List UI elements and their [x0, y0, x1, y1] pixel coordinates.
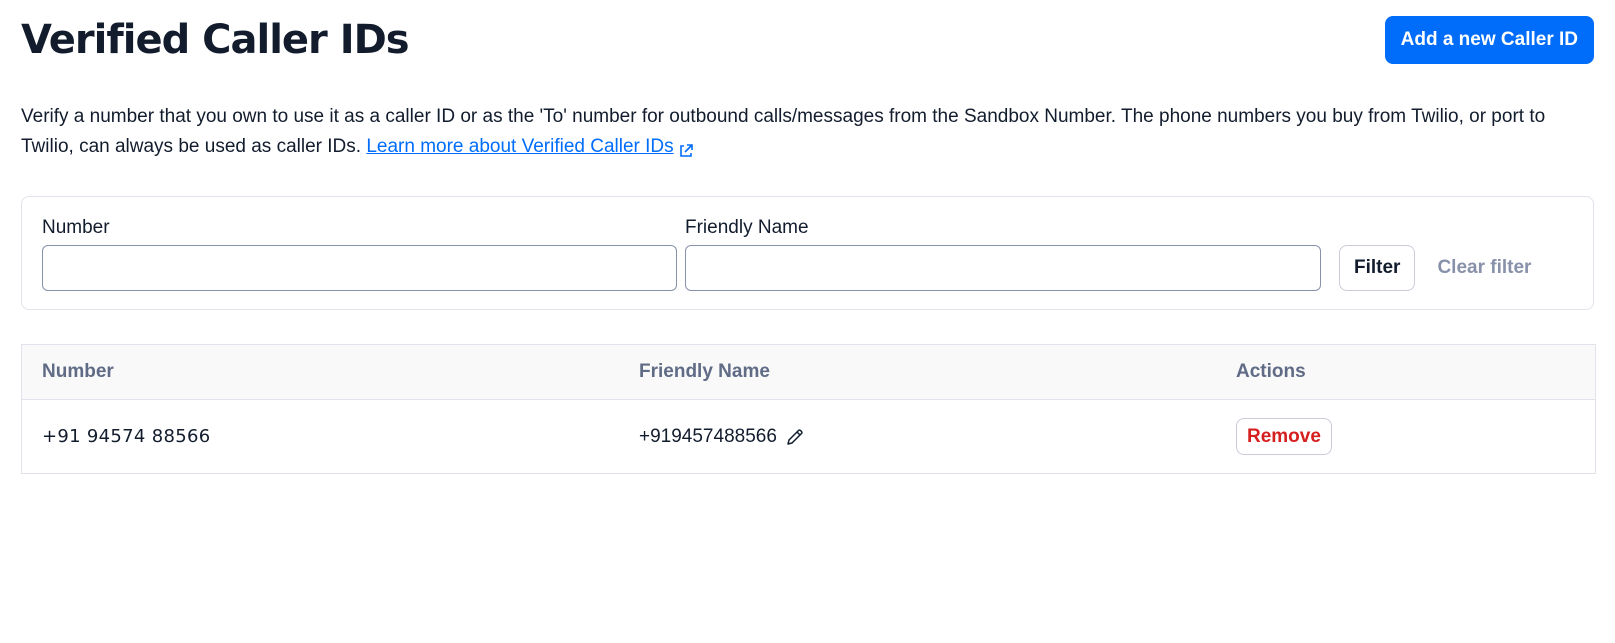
actions-cell: Remove — [1216, 418, 1595, 455]
caller-ids-table: Number Friendly Name Actions +91 94574 8… — [21, 344, 1596, 474]
learn-more-link-label: Learn more about Verified Caller IDs — [366, 136, 674, 157]
friendly-name-filter-label: Friendly Name — [685, 217, 809, 238]
description-text: Verify a number that you own to use it a… — [21, 106, 1546, 157]
filter-button[interactable]: Filter — [1339, 245, 1416, 291]
friendly-name-filter-field: Friendly Name — [685, 217, 1321, 291]
friendly-name-value-wrap: +919457488566 — [639, 426, 805, 448]
friendly-name-value: +919457488566 — [639, 425, 777, 447]
pencil-icon[interactable] — [785, 427, 805, 447]
page-description: Verify a number that you own to use it a… — [21, 102, 1596, 162]
page-title: Verified Caller IDs — [21, 17, 410, 63]
friendly-name-cell: +919457488566 — [619, 426, 1216, 448]
caller-id-number: +91 94574 88566 — [42, 426, 211, 447]
column-header-friendly-name: Friendly Name — [639, 361, 770, 382]
number-filter-input[interactable] — [42, 245, 677, 291]
friendly-name-filter-input[interactable] — [685, 245, 1321, 291]
page: Verified Caller IDs Add a new Caller ID … — [0, 0, 1615, 643]
page-header: Verified Caller IDs Add a new Caller ID — [21, 0, 1594, 84]
table-header: Number Friendly Name Actions — [22, 345, 1595, 400]
number-filter-label: Number — [42, 217, 110, 238]
external-link-icon — [678, 139, 694, 157]
clear-filter-button[interactable]: Clear filter — [1425, 245, 1543, 291]
number-filter-field: Number — [42, 217, 677, 291]
column-header-number: Number — [42, 361, 114, 382]
number-cell: +91 94574 88566 — [22, 426, 619, 447]
remove-button[interactable]: Remove — [1236, 418, 1332, 455]
add-caller-id-button[interactable]: Add a new Caller ID — [1384, 16, 1594, 64]
filter-panel: Number Friendly Name Filter Clear filter — [21, 196, 1594, 310]
learn-more-link[interactable]: Learn more about Verified Caller IDs — [366, 136, 693, 157]
table-row: +91 94574 88566 +919457488566 Remove — [22, 400, 1595, 473]
column-header-actions: Actions — [1236, 361, 1306, 382]
